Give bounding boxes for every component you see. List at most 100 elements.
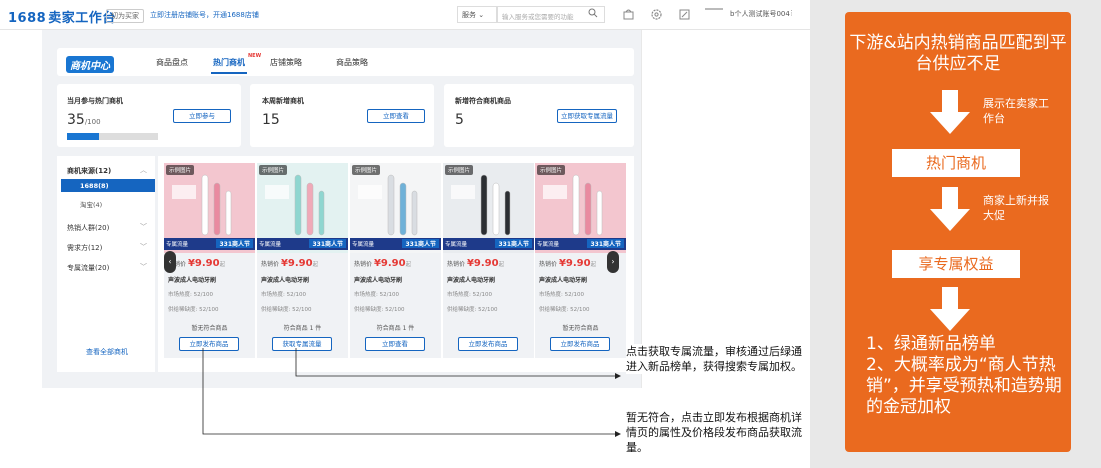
- stat-value-number: 35: [67, 112, 85, 128]
- filter-exclusive-traffic[interactable]: 专属流量(20): [67, 263, 109, 273]
- price-value: ¥9.90: [558, 258, 591, 269]
- sample-image-tag: 示例图片: [445, 165, 474, 175]
- view-now-button[interactable]: 立即查看: [367, 109, 425, 123]
- product-image[interactable]: 示例图片 专属流量 331商人节: [164, 163, 255, 253]
- product-action-button[interactable]: 获取专属流量: [272, 337, 332, 351]
- stat-value: 15: [262, 112, 280, 128]
- join-now-button[interactable]: 立即参与: [173, 109, 231, 123]
- market-heat: 市场热度: 52/100: [539, 292, 584, 298]
- supply-scarcity: 供给稀缺度: 52/100: [447, 307, 498, 313]
- price-label: 热销价: [354, 261, 373, 268]
- opportunity-center-logo: 商机中心: [66, 56, 114, 73]
- filter-demander[interactable]: 需求方(12): [67, 243, 102, 253]
- avatar[interactable]: [705, 8, 723, 10]
- market-heat: 市场热度: 52/100: [168, 292, 213, 298]
- sample-image-tag: 示例图片: [537, 165, 566, 175]
- match-status: 暂无符合商品: [191, 325, 228, 332]
- filter-item-taobao[interactable]: 淘宝(4): [80, 199, 102, 209]
- get-traffic-button[interactable]: 立即获取专属流量: [557, 109, 617, 123]
- callout-get-traffic: 点击获取专属流量，审核通过后绿通进入新品榜单，获得搜索专属加权。: [626, 344, 804, 374]
- market-heat: 市场热度: 52/100: [354, 292, 399, 298]
- account-name[interactable]: b个人测试账号004: [730, 9, 790, 19]
- sample-image-tag: 示例图片: [166, 165, 195, 175]
- progress-fill: [67, 133, 99, 140]
- price-unit: 起: [405, 262, 412, 268]
- product-card[interactable]: 示例图片专属流量 331商人节热销价 ¥9.90起声波成人电动牙刷 市场热度: 52…: [443, 163, 534, 358]
- product-name: 声波成人电动牙刷: [261, 277, 310, 284]
- flow-note-show: 展示在卖家工作台: [983, 97, 1049, 125]
- more-icon[interactable]: ⋮: [788, 9, 795, 17]
- next-arrow-icon[interactable]: ›: [607, 251, 619, 273]
- image-promo-band: 专属流量 331商人节: [443, 238, 534, 250]
- edit-icon[interactable]: [678, 8, 691, 21]
- stat-value-suffix: /100: [84, 118, 101, 126]
- price-unit: 起: [312, 262, 319, 268]
- price-value: ¥9.90: [187, 258, 220, 269]
- tab-shop-strategy[interactable]: 店铺策略: [270, 57, 302, 68]
- product-card[interactable]: 示例图片 专属流量 331商人节 热销价 ¥9.90起 声波成人电动牙刷 市场热度: 52…: [257, 163, 348, 358]
- price-label: 热销价: [447, 261, 466, 268]
- filter-item-1688[interactable]: 1688(8): [80, 182, 109, 190]
- product-name: 声波成人电动牙刷: [539, 277, 588, 284]
- supply-scarcity: 供给稀缺度: 52/100: [354, 307, 405, 313]
- merchant-festival-tag: 331商人节: [402, 239, 439, 248]
- tab-product-strategy[interactable]: 商品策略: [336, 57, 368, 68]
- register-shop-link[interactable]: 立即注册店铺账号，开通1688店铺: [150, 10, 259, 20]
- supply-scarcity: 供给稀缺度: 52/100: [261, 307, 312, 313]
- price-row: 热销价 ¥9.90起: [447, 258, 504, 269]
- chevron-down-icon[interactable]: ﹀: [140, 262, 147, 272]
- chevron-down-icon[interactable]: ﹀: [140, 222, 147, 232]
- callout-publish-product: 暂无符合，点击立即发布根据商机详情页的属性及价格段发布商品获取流量。: [626, 410, 804, 455]
- stat-value: 35/100: [67, 112, 101, 128]
- chevron-down-icon[interactable]: ﹀: [140, 242, 147, 252]
- side-blank-area: [641, 30, 810, 388]
- merchant-festival-tag: 331商人节: [309, 239, 346, 248]
- down-arrow-icon: [930, 90, 970, 134]
- match-status: 符合商品 1 件: [283, 325, 322, 332]
- product-card[interactable]: 示例图片 专属流量 331商人节 热销价 ¥9.90起 声波成人电动牙刷 市场热度: 52…: [350, 163, 441, 358]
- switch-to-buyer-button[interactable]: 切为买家: [106, 9, 144, 23]
- app-logo[interactable]: 1688 卖家工作台: [8, 7, 116, 26]
- view-all-opportunities-link[interactable]: 查看全部商机: [86, 347, 128, 357]
- new-badge: NEW: [248, 53, 262, 59]
- product-action-button[interactable]: 立即发布商品: [458, 337, 518, 351]
- shop-bag-icon[interactable]: [622, 8, 635, 21]
- tab-hot-opportunity[interactable]: 热门商机: [213, 57, 245, 68]
- search-icon[interactable]: [588, 8, 598, 18]
- price-value: ¥9.90: [373, 258, 406, 269]
- sample-image-tag: 示例图片: [352, 165, 381, 175]
- gear-icon[interactable]: [650, 8, 663, 21]
- product-image[interactable]: 示例图片专属流量 331商人节: [443, 163, 534, 253]
- service-select[interactable]: 服务 ⌄: [457, 6, 497, 23]
- image-promo-band: 专属流量 331商人节: [257, 238, 348, 250]
- chevron-down-icon: ⌄: [478, 11, 485, 19]
- flow-box-benefits: 享专属权益: [892, 250, 1020, 278]
- merchant-festival-tag: 331商人节: [495, 239, 532, 248]
- image-promo-band: 专属流量 331商人节: [350, 238, 441, 250]
- product-action-button[interactable]: 立即发布商品: [179, 337, 239, 351]
- exclusive-traffic-tag: 专属流量: [259, 242, 282, 248]
- product-action-button[interactable]: 立即查看: [365, 337, 425, 351]
- market-heat: 市场热度: 52/100: [447, 292, 492, 298]
- price-row: 热销价 ¥9.90起: [168, 258, 225, 269]
- product-action-button[interactable]: 立即发布商品: [550, 337, 610, 351]
- market-heat: 市场热度: 52/100: [261, 292, 306, 298]
- product-name: 声波成人电动牙刷: [447, 277, 496, 284]
- price-row: 热销价 ¥9.90起: [354, 258, 411, 269]
- flow-note-publish: 商家上新并报大促: [983, 194, 1049, 222]
- prev-arrow-icon[interactable]: ‹: [164, 251, 176, 273]
- exclusive-traffic-tag: 专属流量: [352, 242, 375, 248]
- product-image[interactable]: 示例图片 专属流量 331商人节: [535, 163, 626, 253]
- product-image[interactable]: 示例图片 专属流量 331商人节: [257, 163, 348, 253]
- tab-product-inventory[interactable]: 商品盘点: [156, 57, 188, 68]
- stat-title: 新增符合商机商品: [455, 97, 511, 105]
- price-row: 热销价 ¥9.90起: [261, 258, 318, 269]
- match-status: 符合商品 1 件: [376, 325, 415, 332]
- product-image[interactable]: 示例图片专属流量 331商人节: [350, 163, 441, 253]
- filter-hot-crowd[interactable]: 热销人群(20): [67, 223, 109, 233]
- flow-box-hot-opportunity: 热门商机: [892, 149, 1020, 177]
- product-card[interactable]: 示例图片 专属流量 331商人节 热销价 ¥9.90起 声波成人电动牙刷 市场热度: 52…: [164, 163, 255, 358]
- filter-source[interactable]: 商机来源(12): [67, 166, 111, 176]
- supply-scarcity: 供给稀缺度: 52/100: [539, 307, 590, 313]
- chevron-up-icon[interactable]: ︿: [140, 165, 147, 175]
